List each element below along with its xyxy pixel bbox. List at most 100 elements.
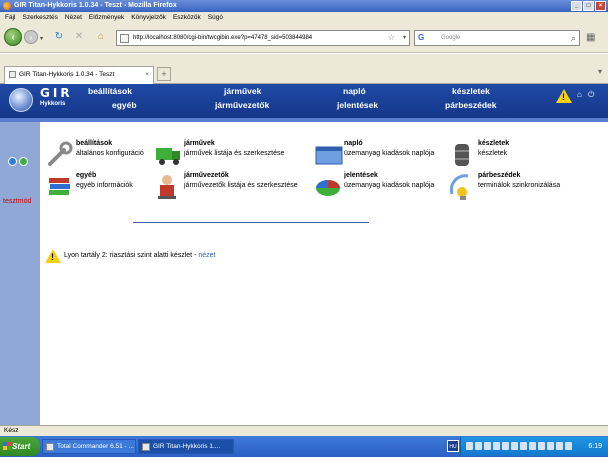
tray-icon[interactable] (565, 442, 572, 450)
tab-list-icon[interactable]: ▾ (598, 67, 602, 76)
url-dropdown-icon[interactable]: ▾ (403, 31, 406, 45)
nav-other[interactable]: egyéb (112, 100, 137, 110)
menu-edit[interactable]: Szerkesztés (22, 12, 57, 23)
item-desc: üzemanyag kiadások naplója (344, 150, 435, 157)
window-icon (315, 146, 343, 165)
tab-title: GIR Titan-Hykkoris 1.0.34 - Teszt (19, 71, 115, 78)
back-button[interactable]: ‹ (4, 28, 22, 46)
info-icon[interactable] (8, 157, 17, 166)
pie-chart-icon (316, 180, 340, 196)
item-desc: készletek (478, 150, 508, 157)
tray-icon[interactable] (529, 442, 536, 450)
menu-tools[interactable]: Eszközök (173, 12, 201, 23)
tray-icon[interactable] (466, 442, 473, 450)
item-title[interactable]: jelentések (344, 172, 378, 179)
menu-bookmarks[interactable]: Könyvjelzők (131, 12, 166, 23)
status-bar: Kész (0, 425, 608, 436)
item-desc: üzemanyag kiadások naplója (344, 182, 435, 189)
search-icon[interactable]: ⌕ (571, 31, 576, 45)
stop-icon[interactable]: ✕ (72, 30, 86, 44)
tray-icon[interactable] (484, 442, 491, 450)
globe-icon (9, 88, 33, 112)
history-dropdown-icon[interactable]: ▾ (40, 35, 43, 42)
maximize-button[interactable]: □ (583, 1, 594, 11)
nav-vehicles[interactable]: járművek (224, 86, 261, 96)
search-box[interactable]: G Google ⌕ (414, 30, 580, 46)
sidebar-icon-group (8, 157, 28, 166)
tray-icon[interactable] (556, 442, 563, 450)
refresh-icon[interactable] (19, 157, 28, 166)
item-title[interactable]: járművezetők (184, 172, 229, 179)
item-title[interactable]: készletek (478, 140, 509, 147)
item-title[interactable]: párbeszédek (478, 172, 520, 179)
language-indicator[interactable]: HU (447, 440, 459, 452)
item-desc: általános konfiguráció (76, 150, 144, 157)
warning-icon: ! (45, 249, 61, 263)
google-icon[interactable]: G (418, 33, 428, 43)
nav-reports[interactable]: jelentések (337, 100, 378, 110)
item-desc: egyéb információk (76, 182, 133, 189)
forward-button[interactable]: › (24, 30, 38, 44)
new-tab-button[interactable]: + (157, 67, 171, 81)
tray-icons (466, 442, 572, 450)
truck-icon (156, 148, 180, 165)
home-icon[interactable]: ⌂ (577, 90, 582, 99)
window-title: GIR Titan-Hykkoris 1.0.34 - Teszt - Mozi… (14, 2, 177, 9)
menu-history[interactable]: Előzmények (89, 12, 124, 23)
windows-taskbar: Start Total Commander 6.51 - ... GIR Tit… (0, 436, 608, 457)
app-logo[interactable]: GIR Hykkoris (6, 84, 74, 118)
alert-view-link[interactable]: nézet (198, 252, 215, 259)
tab-favicon (9, 71, 16, 78)
close-button[interactable]: × (595, 1, 606, 11)
tray-icon[interactable] (520, 442, 527, 450)
tray-icon[interactable] (493, 442, 500, 450)
taskbar-item-total-commander[interactable]: Total Commander 6.51 - ... (42, 439, 136, 454)
nav-drivers[interactable]: járművezetők (215, 100, 269, 110)
firefox-icon (142, 443, 150, 451)
nav-stocks[interactable]: készletek (452, 86, 490, 96)
item-title[interactable]: napló (344, 140, 363, 147)
tray-icon[interactable] (502, 442, 509, 450)
books-icon (49, 178, 70, 195)
alert-message: Lyon tartály 2: riasztási szint alatti k… (64, 252, 199, 259)
total-commander-icon (46, 443, 54, 451)
logout-icon[interactable]: ⏻ (588, 90, 594, 100)
item-title[interactable]: egyéb (76, 172, 96, 179)
wrench-icon (48, 141, 73, 166)
menu-file[interactable]: Fájl (5, 12, 15, 23)
firefox-icon (3, 2, 11, 10)
item-title[interactable]: beállítások (76, 140, 112, 147)
window-titlebar: GIR Titan-Hykkoris 1.0.34 - Teszt - Mozi… (0, 0, 608, 12)
menu-bar: Fájl Szerkesztés Nézet Előzmények Könyvj… (0, 12, 608, 23)
item-desc: terminálok szinkronizálása (478, 182, 561, 189)
item-desc: járművezetők listája és szerkesztése (184, 182, 298, 189)
page-icon (120, 34, 129, 43)
url-bar[interactable]: http://localhost:8080/cgi-bin/twcgibin.e… (116, 30, 410, 46)
tray-icon[interactable] (547, 442, 554, 450)
test-mode-label: tesztmód (3, 198, 32, 205)
start-button[interactable]: Start (0, 437, 40, 456)
tray-icon[interactable] (511, 442, 518, 450)
reload-icon[interactable]: ↻ (52, 30, 66, 44)
minimize-button[interactable]: _ (571, 1, 582, 11)
logo-brand: GIR (40, 86, 73, 100)
bookmark-star-icon[interactable]: ☆ (388, 31, 395, 45)
system-tray: HU 6:19 (447, 437, 608, 456)
menu-view[interactable]: Nézet (65, 12, 82, 23)
tray-icon[interactable] (475, 442, 482, 450)
nav-dialogs[interactable]: párbeszédek (445, 100, 497, 110)
nav-log[interactable]: napló (343, 86, 366, 96)
tank-icon (455, 144, 469, 166)
tab-active[interactable]: GIR Titan-Hykkoris 1.0.34 - Teszt × (4, 66, 154, 84)
item-title[interactable]: járművek (184, 140, 215, 147)
tray-icon[interactable] (538, 442, 545, 450)
menu-help[interactable]: Súgó (208, 12, 223, 23)
item-desc: járművek listája és szerkesztése (184, 150, 285, 157)
nav-settings[interactable]: beállítások (88, 86, 132, 96)
taskbar-item-firefox[interactable]: GIR Titan-Hykkoris 1.... (138, 439, 234, 454)
tab-close-icon[interactable]: × (145, 67, 149, 83)
grid-icon[interactable]: ▦ (586, 32, 595, 43)
clock: 6:19 (588, 443, 602, 450)
header-warning-icon[interactable]: ! (556, 89, 572, 103)
home-icon[interactable]: ⌂ (94, 30, 108, 44)
